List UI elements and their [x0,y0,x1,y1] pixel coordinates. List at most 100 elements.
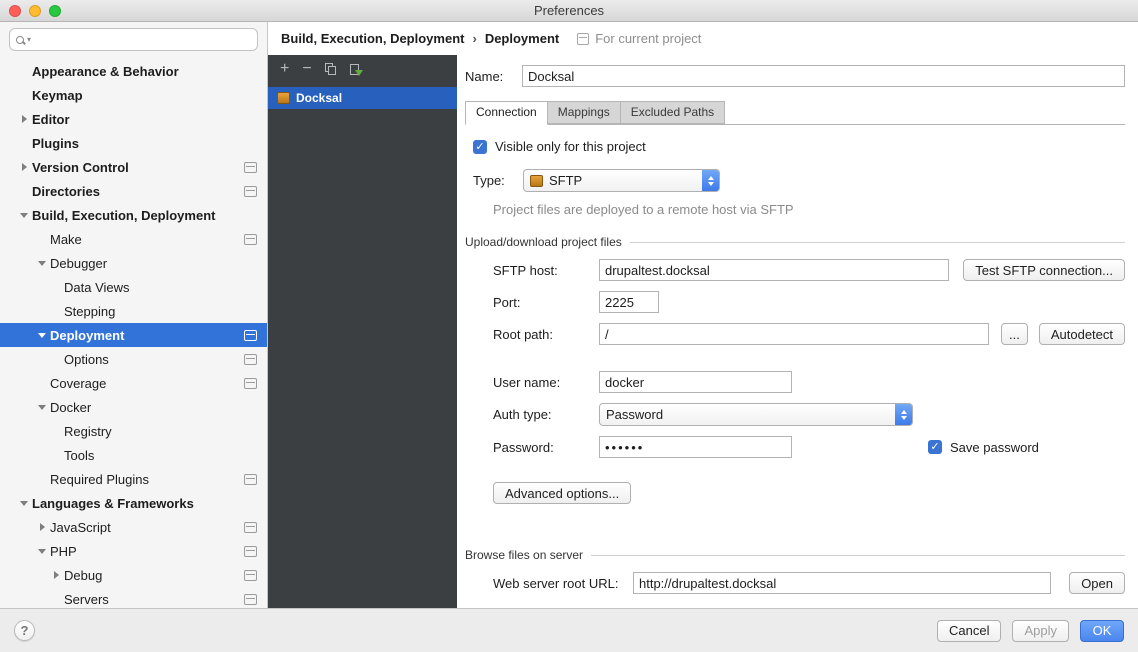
visible-only-label: Visible only for this project [495,139,646,154]
project-scope-icon [244,330,257,341]
sidebar-item-docker[interactable]: Docker [0,395,267,419]
project-scope-icon [244,378,257,389]
sidebar-item-javascript[interactable]: JavaScript [0,515,267,539]
chevron-right-icon[interactable] [16,163,32,171]
search-box: ▾ [9,28,258,51]
sidebar-item-directories[interactable]: Directories [0,179,267,203]
visible-only-checkbox[interactable]: ✓ [473,140,487,154]
chevron-down-icon[interactable] [16,501,32,506]
server-list: Docksal [268,87,457,109]
name-label: Name: [465,69,522,84]
sidebar-item-debug[interactable]: Debug [0,563,267,587]
apply-button[interactable]: Apply [1012,620,1069,642]
password-input[interactable] [599,436,792,458]
minimize-window-button[interactable] [29,5,41,17]
help-button[interactable]: ? [14,620,35,641]
sidebar-item-appearance-behavior[interactable]: Appearance & Behavior [0,59,267,83]
chevron-down-icon[interactable] [34,333,50,338]
section-divider [630,242,1125,243]
chevron-down-icon[interactable] [34,405,50,410]
password-label: Password: [493,440,599,455]
sidebar-item-options[interactable]: Options [0,347,267,371]
sidebar-item-php[interactable]: PHP [0,539,267,563]
sidebar-item-data-views[interactable]: Data Views [0,275,267,299]
breadcrumb-separator-icon: › [472,31,476,46]
browse-section-title: Browse files on server [465,548,583,562]
ok-button[interactable]: OK [1080,620,1124,642]
chevron-right-icon[interactable] [34,523,50,531]
titlebar: Preferences [0,0,1138,22]
sidebar-item-deployment[interactable]: Deployment [0,323,267,347]
sidebar-item-languages-frameworks[interactable]: Languages & Frameworks [0,491,267,515]
server-list-toolbar: + − [268,55,457,83]
chevron-down-icon[interactable] [16,213,32,218]
project-scope-icon [244,186,257,197]
sidebar-item-registry[interactable]: Registry [0,419,267,443]
user-name-input[interactable] [599,371,792,393]
open-button[interactable]: Open [1069,572,1125,594]
advanced-options-button[interactable]: Advanced options... [493,482,631,504]
tab-excluded-paths[interactable]: Excluded Paths [620,101,725,124]
sidebar-item-required-plugins[interactable]: Required Plugins [0,467,267,491]
web-root-input[interactable] [633,572,1051,594]
search-input[interactable] [34,32,251,47]
server-name: Docksal [296,91,342,105]
copy-server-icon[interactable] [325,63,337,76]
type-select[interactable]: SFTP [523,169,720,192]
breadcrumb-build-execution-deployment[interactable]: Build, Execution, Deployment [281,31,464,46]
project-scope-icon [244,474,257,485]
chevron-right-icon[interactable] [16,115,32,123]
user-name-label: User name: [493,375,599,390]
dialog-footer: ? Cancel Apply OK [0,608,1138,652]
sidebar-item-editor[interactable]: Editor [0,107,267,131]
project-scope-icon [244,354,257,365]
sidebar-item-make[interactable]: Make [0,227,267,251]
window-controls [9,5,61,17]
chevron-down-icon: ▾ [27,35,31,44]
sidebar-item-plugins[interactable]: Plugins [0,131,267,155]
zoom-window-button[interactable] [49,5,61,17]
auth-type-label: Auth type: [493,407,599,422]
settings-sidebar: ▾ Appearance & Behavior Keymap Editor Pl… [0,22,268,608]
sftp-host-label: SFTP host: [493,263,599,278]
save-password-label: Save password [950,440,1039,455]
close-window-button[interactable] [9,5,21,17]
preferences-window: Preferences ▾ Appearance & Behavior Keym… [0,0,1138,652]
server-list-item-docksal[interactable]: Docksal [268,87,457,109]
sidebar-item-keymap[interactable]: Keymap [0,83,267,107]
sidebar-item-tools[interactable]: Tools [0,443,267,467]
chevron-down-icon[interactable] [34,261,50,266]
sidebar-item-version-control[interactable]: Version Control [0,155,267,179]
connection-tabs: Connection Mappings Excluded Paths [465,101,1125,125]
cancel-button[interactable]: Cancel [937,620,1001,642]
upload-section-title: Upload/download project files [465,235,622,249]
test-sftp-connection-button[interactable]: Test SFTP connection... [963,259,1125,281]
type-label: Type: [473,173,523,188]
browse-root-path-button[interactable]: ... [1001,323,1028,345]
type-hint: Project files are deployed to a remote h… [493,202,1125,217]
sidebar-item-debugger[interactable]: Debugger [0,251,267,275]
chevron-down-icon[interactable] [34,549,50,554]
sidebar-item-stepping[interactable]: Stepping [0,299,267,323]
auth-type-select[interactable]: Password [599,403,913,426]
tab-mappings[interactable]: Mappings [547,101,621,124]
stepper-icon[interactable] [895,403,912,426]
autodetect-button[interactable]: Autodetect [1039,323,1125,345]
sftp-host-input[interactable] [599,259,949,281]
for-current-project: For current project [577,31,701,46]
tab-connection[interactable]: Connection [465,101,548,125]
sidebar-item-coverage[interactable]: Coverage [0,371,267,395]
name-input[interactable] [522,65,1125,87]
save-password-checkbox[interactable]: ✓ [928,440,942,454]
project-scope-icon [244,570,257,581]
paste-server-icon[interactable] [350,63,362,76]
sidebar-item-servers[interactable]: Servers [0,587,267,608]
sidebar-item-build-execution-deployment[interactable]: Build, Execution, Deployment [0,203,267,227]
port-label: Port: [493,295,599,310]
chevron-right-icon[interactable] [48,571,64,579]
remove-server-icon[interactable]: − [302,61,311,77]
stepper-icon[interactable] [702,169,719,192]
port-input[interactable] [599,291,659,313]
add-server-icon[interactable]: + [280,61,289,77]
root-path-input[interactable] [599,323,989,345]
